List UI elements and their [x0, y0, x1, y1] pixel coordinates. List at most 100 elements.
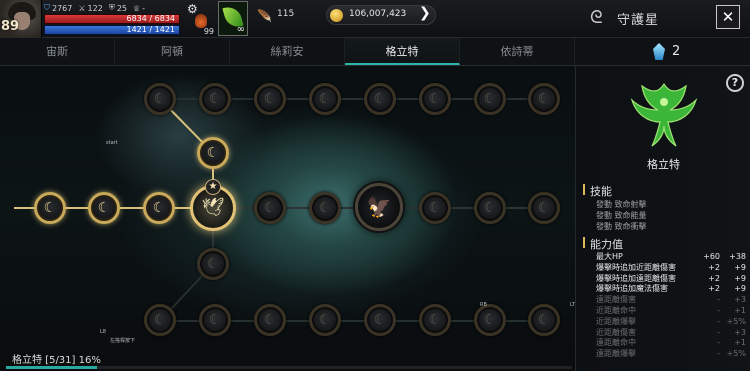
leaf-slot[interactable]: ∞	[218, 1, 248, 36]
gold-amount: 106,007,423	[349, 9, 407, 19]
crescent-icon: ☾	[208, 91, 222, 107]
star-node[interactable]: ☾	[474, 83, 506, 115]
ability-max-value: +3	[734, 327, 746, 337]
ability-max-value: +5%	[726, 349, 746, 359]
crescent-icon: ☾	[263, 312, 277, 328]
help-icon[interactable]: ?	[726, 74, 744, 92]
star-node[interactable]: ☾	[419, 83, 451, 115]
skill-item: 發動 致命衝擊	[596, 222, 647, 231]
star-node[interactable]: ☾	[419, 304, 451, 336]
star-node-active[interactable]: ☾	[197, 137, 229, 169]
star-node[interactable]: ☾	[199, 304, 231, 336]
star-node[interactable]: ☾	[474, 304, 506, 336]
crescent-icon: ☾	[263, 91, 277, 107]
ability-row: 近距離命中 - +1	[596, 306, 746, 316]
star-node[interactable]: ☾	[309, 304, 341, 336]
close-button[interactable]: ✕	[716, 5, 740, 29]
star-node[interactable]: ☾	[528, 192, 560, 224]
tab-gritt[interactable]: 格立特	[345, 38, 460, 65]
ability-name: 遠距離命中	[596, 338, 636, 348]
wing-count: 115	[277, 9, 295, 19]
trophy-stat: ♕ -	[133, 4, 145, 13]
ability-current-value: -	[717, 338, 720, 348]
star-node-active[interactable]: ☾	[88, 192, 120, 224]
star-node[interactable]: ☾	[254, 83, 286, 115]
crescent-icon: ☾	[97, 200, 111, 216]
star-node[interactable]: ☾	[197, 248, 229, 280]
tab-yishidi[interactable]: 依詩蒂	[460, 38, 575, 65]
star-node[interactable]: ☾	[364, 304, 396, 336]
star-node[interactable]: ☾	[474, 192, 506, 224]
star-node[interactable]: ☾	[254, 192, 286, 224]
ability-row: 爆擊時追加近距離傷害 +2 +9	[596, 263, 746, 273]
mp-text: 1421 / 1421	[126, 25, 176, 34]
ability-current-value: +2	[708, 273, 720, 283]
crescent-icon: ☾	[537, 91, 551, 107]
ability-max-value: +9	[734, 284, 746, 294]
star-node[interactable]: ☾	[309, 192, 341, 224]
star-node[interactable]: ☾	[528, 304, 560, 336]
avatar[interactable]: 89	[0, 0, 42, 38]
guardian-star-logo-icon: ᘓ	[590, 7, 603, 28]
crescent-icon: ☾	[318, 91, 332, 107]
ability-current-value: -	[717, 295, 720, 305]
ability-max-value: +38	[729, 252, 746, 261]
ability-row: 遠距離命中 - +1	[596, 338, 746, 348]
ability-current-value: -	[717, 306, 720, 315]
star-node-active[interactable]: ☾	[34, 192, 66, 224]
crescent-icon: ☾	[373, 312, 387, 328]
progress-area: 格立特 [5/31] 16%	[0, 350, 575, 371]
leaf-count: ∞	[236, 24, 245, 35]
tab-zeus[interactable]: 宙斯	[0, 38, 115, 65]
ability-max-value: +9	[734, 262, 746, 272]
skill-item: 發動 致命能量	[596, 211, 647, 220]
ability-max-value: +9	[734, 273, 746, 283]
skill-section-bar	[583, 184, 585, 195]
ability-row: 近距離爆擊 - +5%	[596, 317, 746, 327]
ability-name: 近距離爆擊	[596, 316, 636, 326]
tab-aton[interactable]: 阿頓	[115, 38, 230, 65]
crescent-icon: ☾	[206, 256, 220, 272]
potion-slot[interactable]: ⚙ 99	[186, 2, 214, 36]
star-node[interactable]: ☾	[144, 304, 176, 336]
ability-section-title: 能力值	[590, 238, 623, 251]
crescent-icon: ☾	[208, 312, 222, 328]
ability-name: 爆擊時追加魔法傷害	[596, 284, 668, 294]
potion-count: 99	[203, 27, 214, 36]
crescent-icon: ☾	[153, 91, 167, 107]
progress-label: 格立特 [5/31] 16%	[12, 355, 101, 366]
ability-name: 遠距離傷害	[596, 295, 636, 305]
crescent-icon: ☾	[428, 312, 442, 328]
ability-row: 近距離傷害 - +3	[596, 328, 746, 338]
crescent-icon: ☾	[537, 312, 551, 328]
chevron-right-icon[interactable]: ❯	[419, 5, 431, 21]
crescent-icon: ☾	[43, 200, 57, 216]
ability-current-value: +2	[708, 262, 720, 272]
potion-icon	[195, 14, 207, 28]
shield-icon: ⛨	[108, 3, 115, 12]
ability-current-value: -	[717, 316, 720, 326]
star-node-active[interactable]: ☾	[143, 192, 175, 224]
crystal-icon	[653, 43, 665, 60]
rb-hint: RB	[480, 302, 487, 308]
star-node[interactable]: ☾	[528, 83, 560, 115]
progress-fill	[6, 366, 97, 369]
star-node[interactable]: ☾	[419, 192, 451, 224]
star-node[interactable]: ☾	[309, 83, 341, 115]
trophy-icon: ♕	[133, 3, 141, 13]
ability-section-bar	[583, 237, 585, 248]
gear-icon[interactable]: ⚙	[187, 3, 198, 15]
star-node[interactable]: ☾	[254, 304, 286, 336]
defense-stat: ⛨ 25	[109, 3, 127, 13]
mp-bar: 1421 / 1421	[44, 25, 180, 35]
crystal-counter: 2	[575, 38, 750, 66]
coin-icon	[330, 9, 343, 22]
star-node[interactable]: ☾	[144, 83, 176, 115]
star-node[interactable]: ☾	[199, 83, 231, 115]
star-node-major[interactable]: 🦅	[355, 183, 403, 231]
skill-item: 發動 致命射擊	[596, 200, 647, 209]
tab-silian[interactable]: 絲莉安	[230, 38, 345, 65]
star-name: 格立特	[647, 158, 680, 171]
defense-value: 25	[116, 3, 127, 13]
star-node[interactable]: ☾	[364, 83, 396, 115]
